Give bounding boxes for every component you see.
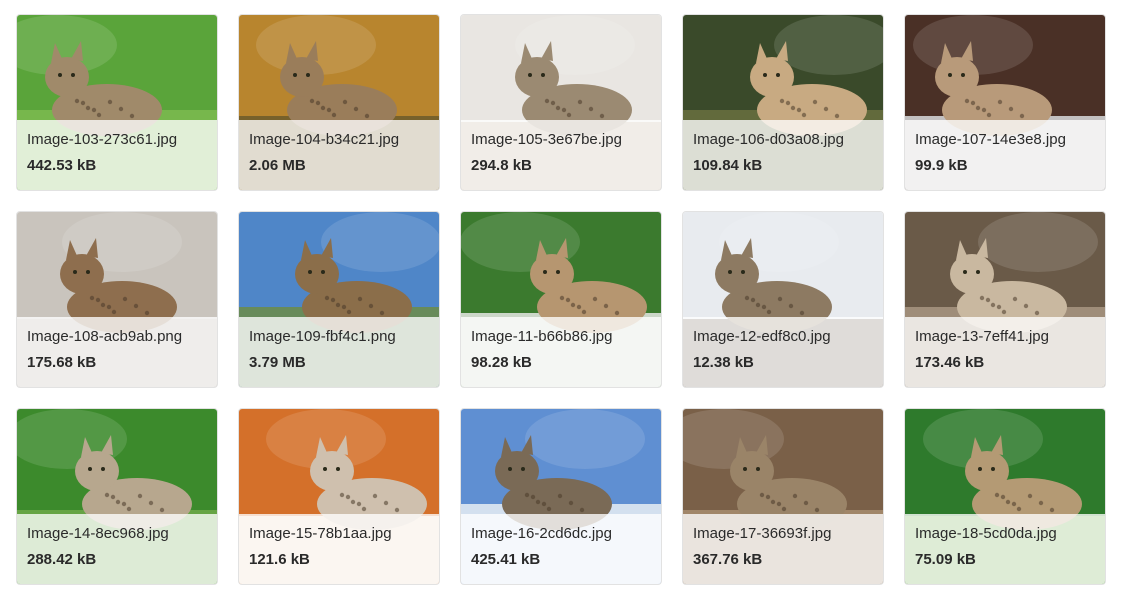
image-card-info: Image-107-14e3e8.jpg 99.9 kB	[905, 120, 1105, 190]
image-card[interactable]: Image-15-78b1aa.jpg 121.6 kB	[238, 408, 440, 585]
image-card[interactable]: Image-103-273c61.jpg 442.53 kB	[16, 14, 218, 191]
image-card[interactable]: Image-105-3e67be.jpg 294.8 kB	[460, 14, 662, 191]
image-card-info: Image-109-fbf4c1.png 3.79 MB	[239, 317, 439, 387]
file-size: 121.6 kB	[249, 551, 310, 568]
file-size: 294.8 kB	[471, 157, 532, 174]
file-size: 12.38 kB	[693, 354, 754, 371]
file-name: Image-108-acb9ab.png	[27, 328, 183, 345]
file-name: Image-16-2cd6dc.jpg	[471, 525, 612, 542]
file-name: Image-18-5cd0da.jpg	[915, 525, 1057, 542]
image-card[interactable]: Image-107-14e3e8.jpg 99.9 kB	[904, 14, 1106, 191]
file-size: 75.09 kB	[915, 551, 976, 568]
image-card-info: Image-13-7eff41.jpg 173.46 kB	[905, 317, 1105, 387]
image-card-info: Image-11-b66b86.jpg 98.28 kB	[461, 317, 661, 387]
image-gallery: Image-103-273c61.jpg 442.53 kB Image-104-b…	[16, 14, 1106, 585]
file-name: Image-106-d03a08.jpg	[693, 131, 844, 148]
image-card[interactable]: Image-108-acb9ab.png 175.68 kB	[16, 211, 218, 388]
file-name: Image-17-36693f.jpg	[693, 525, 832, 542]
file-size: 99.9 kB	[915, 157, 968, 174]
image-card-info: Image-14-8ec968.jpg 288.42 kB	[17, 514, 217, 584]
file-name: Image-104-b34c21.jpg	[249, 131, 400, 148]
file-name: Image-109-fbf4c1.png	[249, 328, 396, 345]
file-size: 109.84 kB	[693, 157, 763, 174]
file-size: 175.68 kB	[27, 354, 97, 371]
file-name: Image-11-b66b86.jpg	[471, 328, 613, 345]
image-card[interactable]: Image-18-5cd0da.jpg 75.09 kB	[904, 408, 1106, 585]
image-card[interactable]: Image-12-edf8c0.jpg 12.38 kB	[682, 211, 884, 388]
file-size: 173.46 kB	[915, 354, 985, 371]
image-card[interactable]: Image-13-7eff41.jpg 173.46 kB	[904, 211, 1106, 388]
image-card-info: Image-105-3e67be.jpg 294.8 kB	[461, 120, 661, 190]
image-card-info: Image-18-5cd0da.jpg 75.09 kB	[905, 514, 1105, 584]
file-size: 442.53 kB	[27, 157, 97, 174]
image-card-info: Image-17-36693f.jpg 367.76 kB	[683, 514, 883, 584]
file-size: 2.06 MB	[249, 157, 306, 174]
image-card[interactable]: Image-104-b34c21.jpg 2.06 MB	[238, 14, 440, 191]
file-size: 98.28 kB	[471, 354, 532, 371]
file-name: Image-15-78b1aa.jpg	[249, 525, 392, 542]
file-name: Image-12-edf8c0.jpg	[693, 328, 831, 345]
image-card-info: Image-108-acb9ab.png 175.68 kB	[17, 317, 217, 387]
image-card-info: Image-12-edf8c0.jpg 12.38 kB	[683, 317, 883, 387]
image-card[interactable]: Image-11-b66b86.jpg 98.28 kB	[460, 211, 662, 388]
image-card[interactable]: Image-109-fbf4c1.png 3.79 MB	[238, 211, 440, 388]
image-card-info: Image-103-273c61.jpg 442.53 kB	[17, 120, 217, 190]
image-card-info: Image-16-2cd6dc.jpg 425.41 kB	[461, 514, 661, 584]
file-size: 367.76 kB	[693, 551, 763, 568]
image-card[interactable]: Image-106-d03a08.jpg 109.84 kB	[682, 14, 884, 191]
file-name: Image-105-3e67be.jpg	[471, 131, 622, 148]
image-card[interactable]: Image-14-8ec968.jpg 288.42 kB	[16, 408, 218, 585]
image-card[interactable]: Image-17-36693f.jpg 367.76 kB	[682, 408, 884, 585]
file-name: Image-103-273c61.jpg	[27, 131, 178, 148]
file-name: Image-107-14e3e8.jpg	[915, 131, 1066, 148]
file-size: 288.42 kB	[27, 551, 97, 568]
image-card[interactable]: Image-16-2cd6dc.jpg 425.41 kB	[460, 408, 662, 585]
image-card-info: Image-15-78b1aa.jpg 121.6 kB	[239, 514, 439, 584]
file-size: 425.41 kB	[471, 551, 541, 568]
file-size: 3.79 MB	[249, 354, 306, 371]
file-name: Image-14-8ec968.jpg	[27, 525, 169, 542]
image-card-info: Image-104-b34c21.jpg 2.06 MB	[239, 120, 439, 190]
image-card-info: Image-106-d03a08.jpg 109.84 kB	[683, 120, 883, 190]
file-name: Image-13-7eff41.jpg	[915, 328, 1049, 345]
